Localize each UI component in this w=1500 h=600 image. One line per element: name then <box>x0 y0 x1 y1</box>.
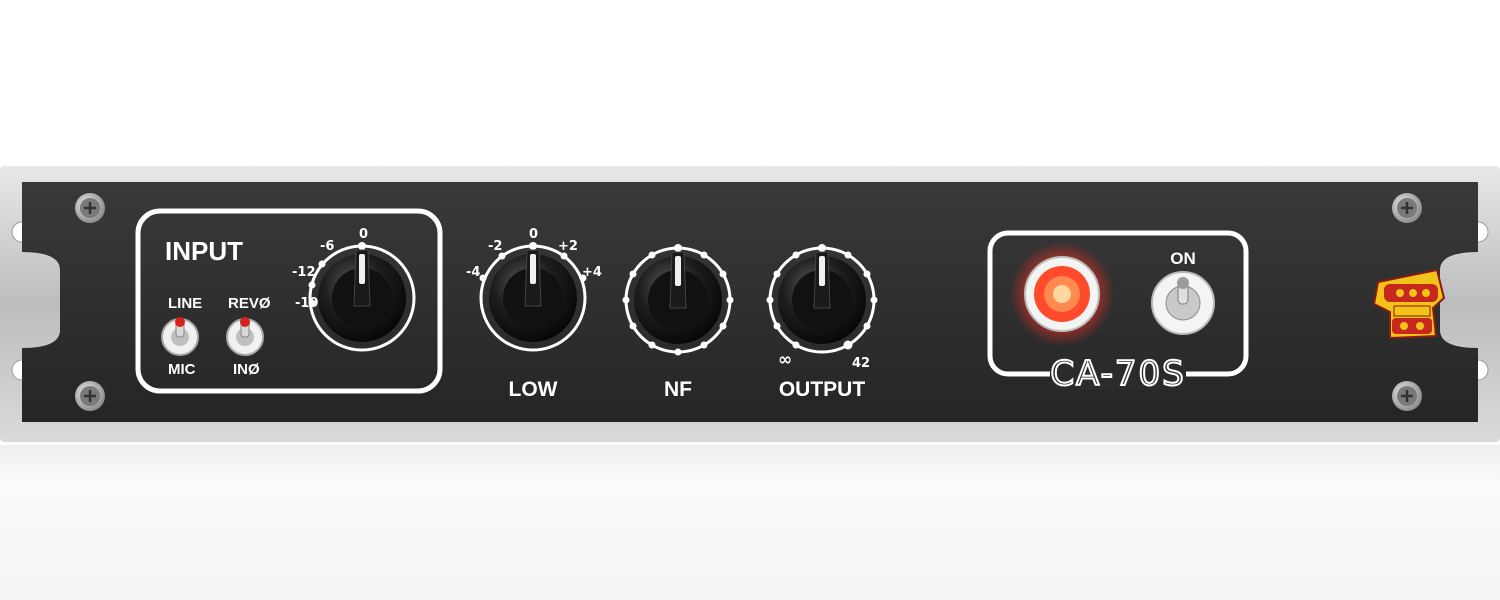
gain-tick-label: -12 <box>292 265 316 280</box>
low-tick-label: +2 <box>558 239 578 254</box>
nf-label: NF <box>664 378 692 401</box>
low-tick-label: 0 <box>529 227 538 242</box>
screw <box>1392 381 1422 411</box>
output-max-label: 42 <box>852 356 870 371</box>
table-reflection <box>0 445 1500 485</box>
gain-tick-label: -6 <box>320 239 334 254</box>
rack-unit: INPUT LINE MIC REVØ INØ -19 -12 -6 0 -4 … <box>0 166 1500 442</box>
in-phase-label: INØ <box>233 361 260 378</box>
low-label: LOW <box>509 378 558 401</box>
screw <box>75 381 105 411</box>
output-min-label: ∞ <box>778 350 792 370</box>
model-name: CA-70S <box>1050 354 1185 394</box>
line-label: LINE <box>168 295 202 312</box>
screw <box>75 193 105 223</box>
gain-tick-label: 0 <box>359 227 368 242</box>
low-tick-label: -2 <box>488 239 502 254</box>
power-switch-label: ON <box>1170 249 1196 268</box>
power-lamp <box>1010 242 1114 346</box>
mic-label: MIC <box>168 361 196 378</box>
rev-phase-label: REVØ <box>228 295 271 312</box>
output-label: OUTPUT <box>779 378 866 401</box>
input-title: INPUT <box>165 236 243 266</box>
low-tick-label: -4 <box>466 265 480 280</box>
screw <box>1392 193 1422 223</box>
power-toggle[interactable] <box>1151 271 1215 335</box>
